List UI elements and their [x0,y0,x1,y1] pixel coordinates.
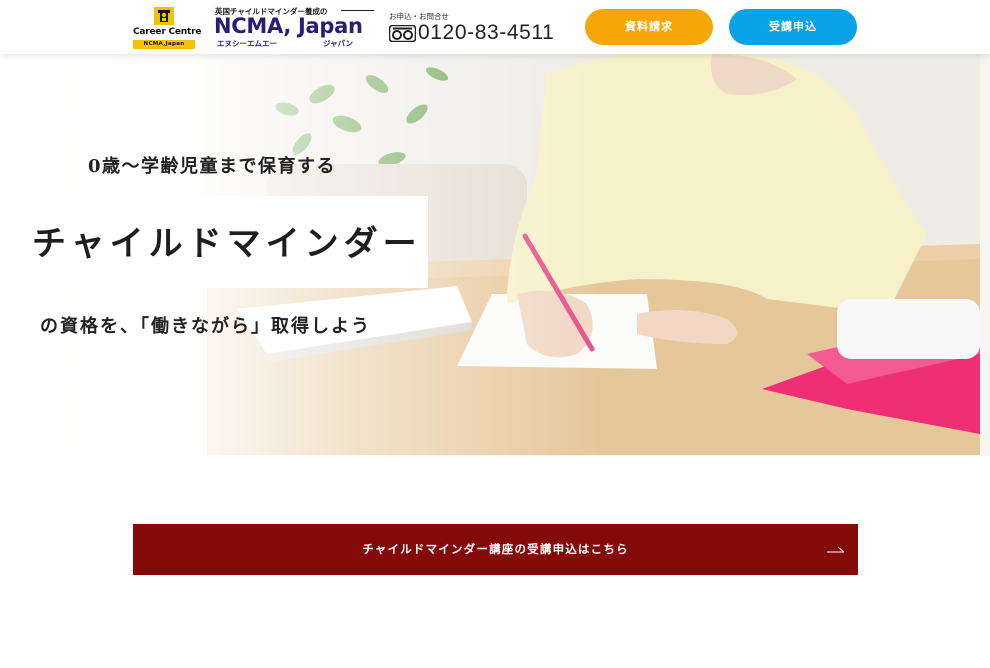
apply-course-cta[interactable]: チャイルドマインダー講座の受講申込はこちら [133,524,858,575]
tagline-rule [341,10,374,11]
hero-title: チャイルドマインダー [32,224,422,264]
ncma-ruby-left: エヌシーエムエー [217,39,277,48]
contact-block[interactable]: お申込・お問合せ 0120-83-4511 [389,11,579,45]
site-header: Career Centre NCMA,Japan 英国チャイルドマインダー養成の… [0,0,990,54]
career-centre-text: Career Centre [133,27,202,37]
request-brochure-button[interactable]: 資料請求 [585,9,713,45]
cta-label: チャイルドマインダー講座の受講申込はこちら [362,542,629,556]
arrow-right-icon [827,546,845,553]
freedial-icon [389,25,416,42]
apply-course-button[interactable]: 受講申込 [729,9,857,45]
ncma-brand-name: NCMA, Japan [214,14,363,38]
phone-number[interactable]: 0120-83-4511 [418,21,554,45]
career-centre-logo[interactable]: Career Centre NCMA,Japan [133,6,202,50]
crest-icon [154,7,174,25]
hero-lead: の資格を、「働きながら」取得しよう [40,316,371,337]
ncma-logo[interactable]: 英国チャイルドマインダー養成の NCMA, Japan エヌシーエムエー ジャパ… [213,6,375,48]
ncma-ruby-right: ジャパン [323,39,353,48]
career-centre-band: NCMA,Japan [133,40,195,49]
hero-subtitle: 0歳～学齢児童まで保育する [88,156,337,177]
hero-section: 0歳～学齢児童まで保育する チャイルドマインダー の資格を、「働きながら」取得し… [0,54,990,456]
